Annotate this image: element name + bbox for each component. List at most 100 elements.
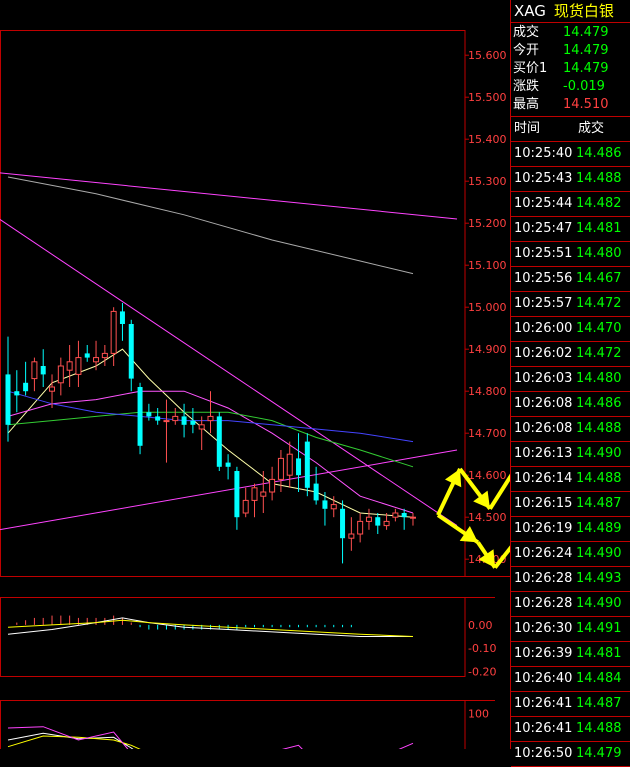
candle-body [234,471,240,518]
trades-price-header: 成交 [578,121,605,136]
moving-average-line [7,176,414,275]
macd-tick-label: 0.00 [468,619,493,632]
quote-row: 买价1 14.479 [511,60,630,78]
candle-body [5,374,11,425]
trade-price: 14.486 [576,146,622,161]
y-tick-label: 15.600 [468,49,507,62]
trade-price: 14.488 [576,721,622,736]
trade-row[interactable]: 10:26:40 14.484 [511,667,630,692]
trade-row[interactable]: 10:26:50 14.479 [511,742,630,767]
trade-row[interactable]: 10:26:08 14.488 [511,417,630,442]
trade-price: 14.493 [576,571,622,586]
quote-label: 买价1 [513,61,548,76]
y-tick-label: 14.800 [468,385,507,398]
trade-time: 10:26:13 [514,446,573,461]
quote-value: 14.479 [563,25,609,40]
candle-body [181,416,187,425]
candle-body [172,415,179,422]
candle-body [242,499,249,514]
candle-body [84,353,90,358]
quote-panel: XAG 现货白银 成交 14.479 今开 14.479 买价1 14.479 涨跌 -0… [510,0,630,767]
trade-time: 10:26:08 [514,396,573,411]
candle-body [357,520,364,535]
trade-row[interactable]: 10:26:39 14.481 [511,642,630,667]
quote-value: 14.510 [563,97,609,112]
trade-row[interactable]: 10:25:40 14.486 [511,142,630,167]
symbol-code: XAG [514,2,546,20]
kdj-k-line [7,732,134,749]
y-tick-label: 14.500 [468,511,507,524]
kline-chart[interactable]: 15.600 15.500 15.400 15.300 15.200 15.100 15.0… [0,0,510,749]
trade-row[interactable]: 10:26:19 14.489 [511,517,630,542]
y-tick-label: 14.600 [468,469,507,482]
trade-row[interactable]: 10:25:44 14.482 [511,192,630,217]
candle-body [296,458,302,476]
macd-tick-label: -0.10 [468,642,496,655]
trade-price: 14.484 [576,671,622,686]
trade-time: 10:25:51 [514,246,573,261]
candle-body [40,366,46,375]
candle-body [190,420,196,425]
candle-body [277,457,284,480]
chart-area[interactable]: 15.600 15.500 15.400 15.300 15.200 15.100 15.0… [0,0,510,749]
candle-body [93,357,100,363]
candle-body [225,462,231,467]
trade-row[interactable]: 10:26:24 14.490 [511,542,630,567]
quote-value: 14.479 [563,43,609,58]
y-tick-label: 14.900 [468,343,507,356]
trade-row[interactable]: 10:26:02 14.472 [511,342,630,367]
trade-row[interactable]: 10:26:28 14.493 [511,567,630,592]
candle-body [119,311,125,324]
trade-row[interactable]: 10:26:30 14.491 [511,617,630,642]
y-tick-label: 15.400 [468,133,507,146]
trade-row[interactable]: 10:26:15 14.487 [511,492,630,517]
kdj-panel-frame [0,700,466,749]
y-tick-label: 15.000 [468,301,507,314]
macd-tick-label: -0.20 [468,665,496,678]
trade-time: 10:25:43 [514,171,573,186]
candle-body [260,491,267,497]
trade-price: 14.488 [576,421,622,436]
trade-price: 14.486 [576,396,622,411]
trade-row[interactable]: 10:25:43 14.488 [511,167,630,192]
candle-body [128,324,134,379]
trade-price: 14.479 [576,746,622,761]
candle-body [269,478,276,493]
quote-row: 今开 14.479 [511,42,630,60]
trade-row[interactable]: 10:25:56 14.467 [511,267,630,292]
candle-body [375,517,381,526]
trade-row[interactable]: 10:26:08 14.486 [511,392,630,417]
y-tick-label: 15.200 [468,217,507,230]
trade-row[interactable]: 10:26:13 14.490 [511,442,630,467]
trade-time: 10:25:44 [514,196,573,211]
trade-row[interactable]: 10:26:00 14.470 [511,317,630,342]
candle-body [101,352,108,359]
candle-body [110,310,117,354]
y-tick-label: 15.500 [468,91,507,104]
candle-body [251,487,258,501]
trade-row[interactable]: 10:26:41 14.487 [511,692,630,717]
kdj-tick-label: 100 [468,707,489,720]
trade-row[interactable]: 10:26:14 14.488 [511,467,630,492]
trend-line [0,172,458,220]
trade-row[interactable]: 10:25:57 14.472 [511,292,630,317]
symbol-header: XAG 现货白银 [511,0,630,23]
trade-row[interactable]: 10:26:41 14.488 [511,717,630,742]
candle-body [137,387,143,446]
trade-row[interactable]: 10:25:47 14.481 [511,217,630,242]
trade-time: 10:25:56 [514,271,573,286]
trade-price: 14.490 [576,596,622,611]
trade-price: 14.467 [576,271,622,286]
trend-line [0,218,458,527]
trade-row[interactable]: 10:25:51 14.480 [511,242,630,267]
trade-row[interactable]: 10:26:28 14.490 [511,592,630,617]
trades-list[interactable]: 10:25:40 14.486 10:25:43 14.488 10:25:44 14.4… [511,142,630,767]
candle-body [330,504,337,510]
trade-row[interactable]: 10:26:03 14.480 [511,367,630,392]
trade-price: 14.491 [576,621,622,636]
trade-price: 14.490 [576,446,622,461]
trade-time: 10:26:28 [514,571,573,586]
quote-row: 涨跌 -0.019 [511,78,630,96]
candle-body [340,508,346,539]
trade-price: 14.488 [576,171,622,186]
